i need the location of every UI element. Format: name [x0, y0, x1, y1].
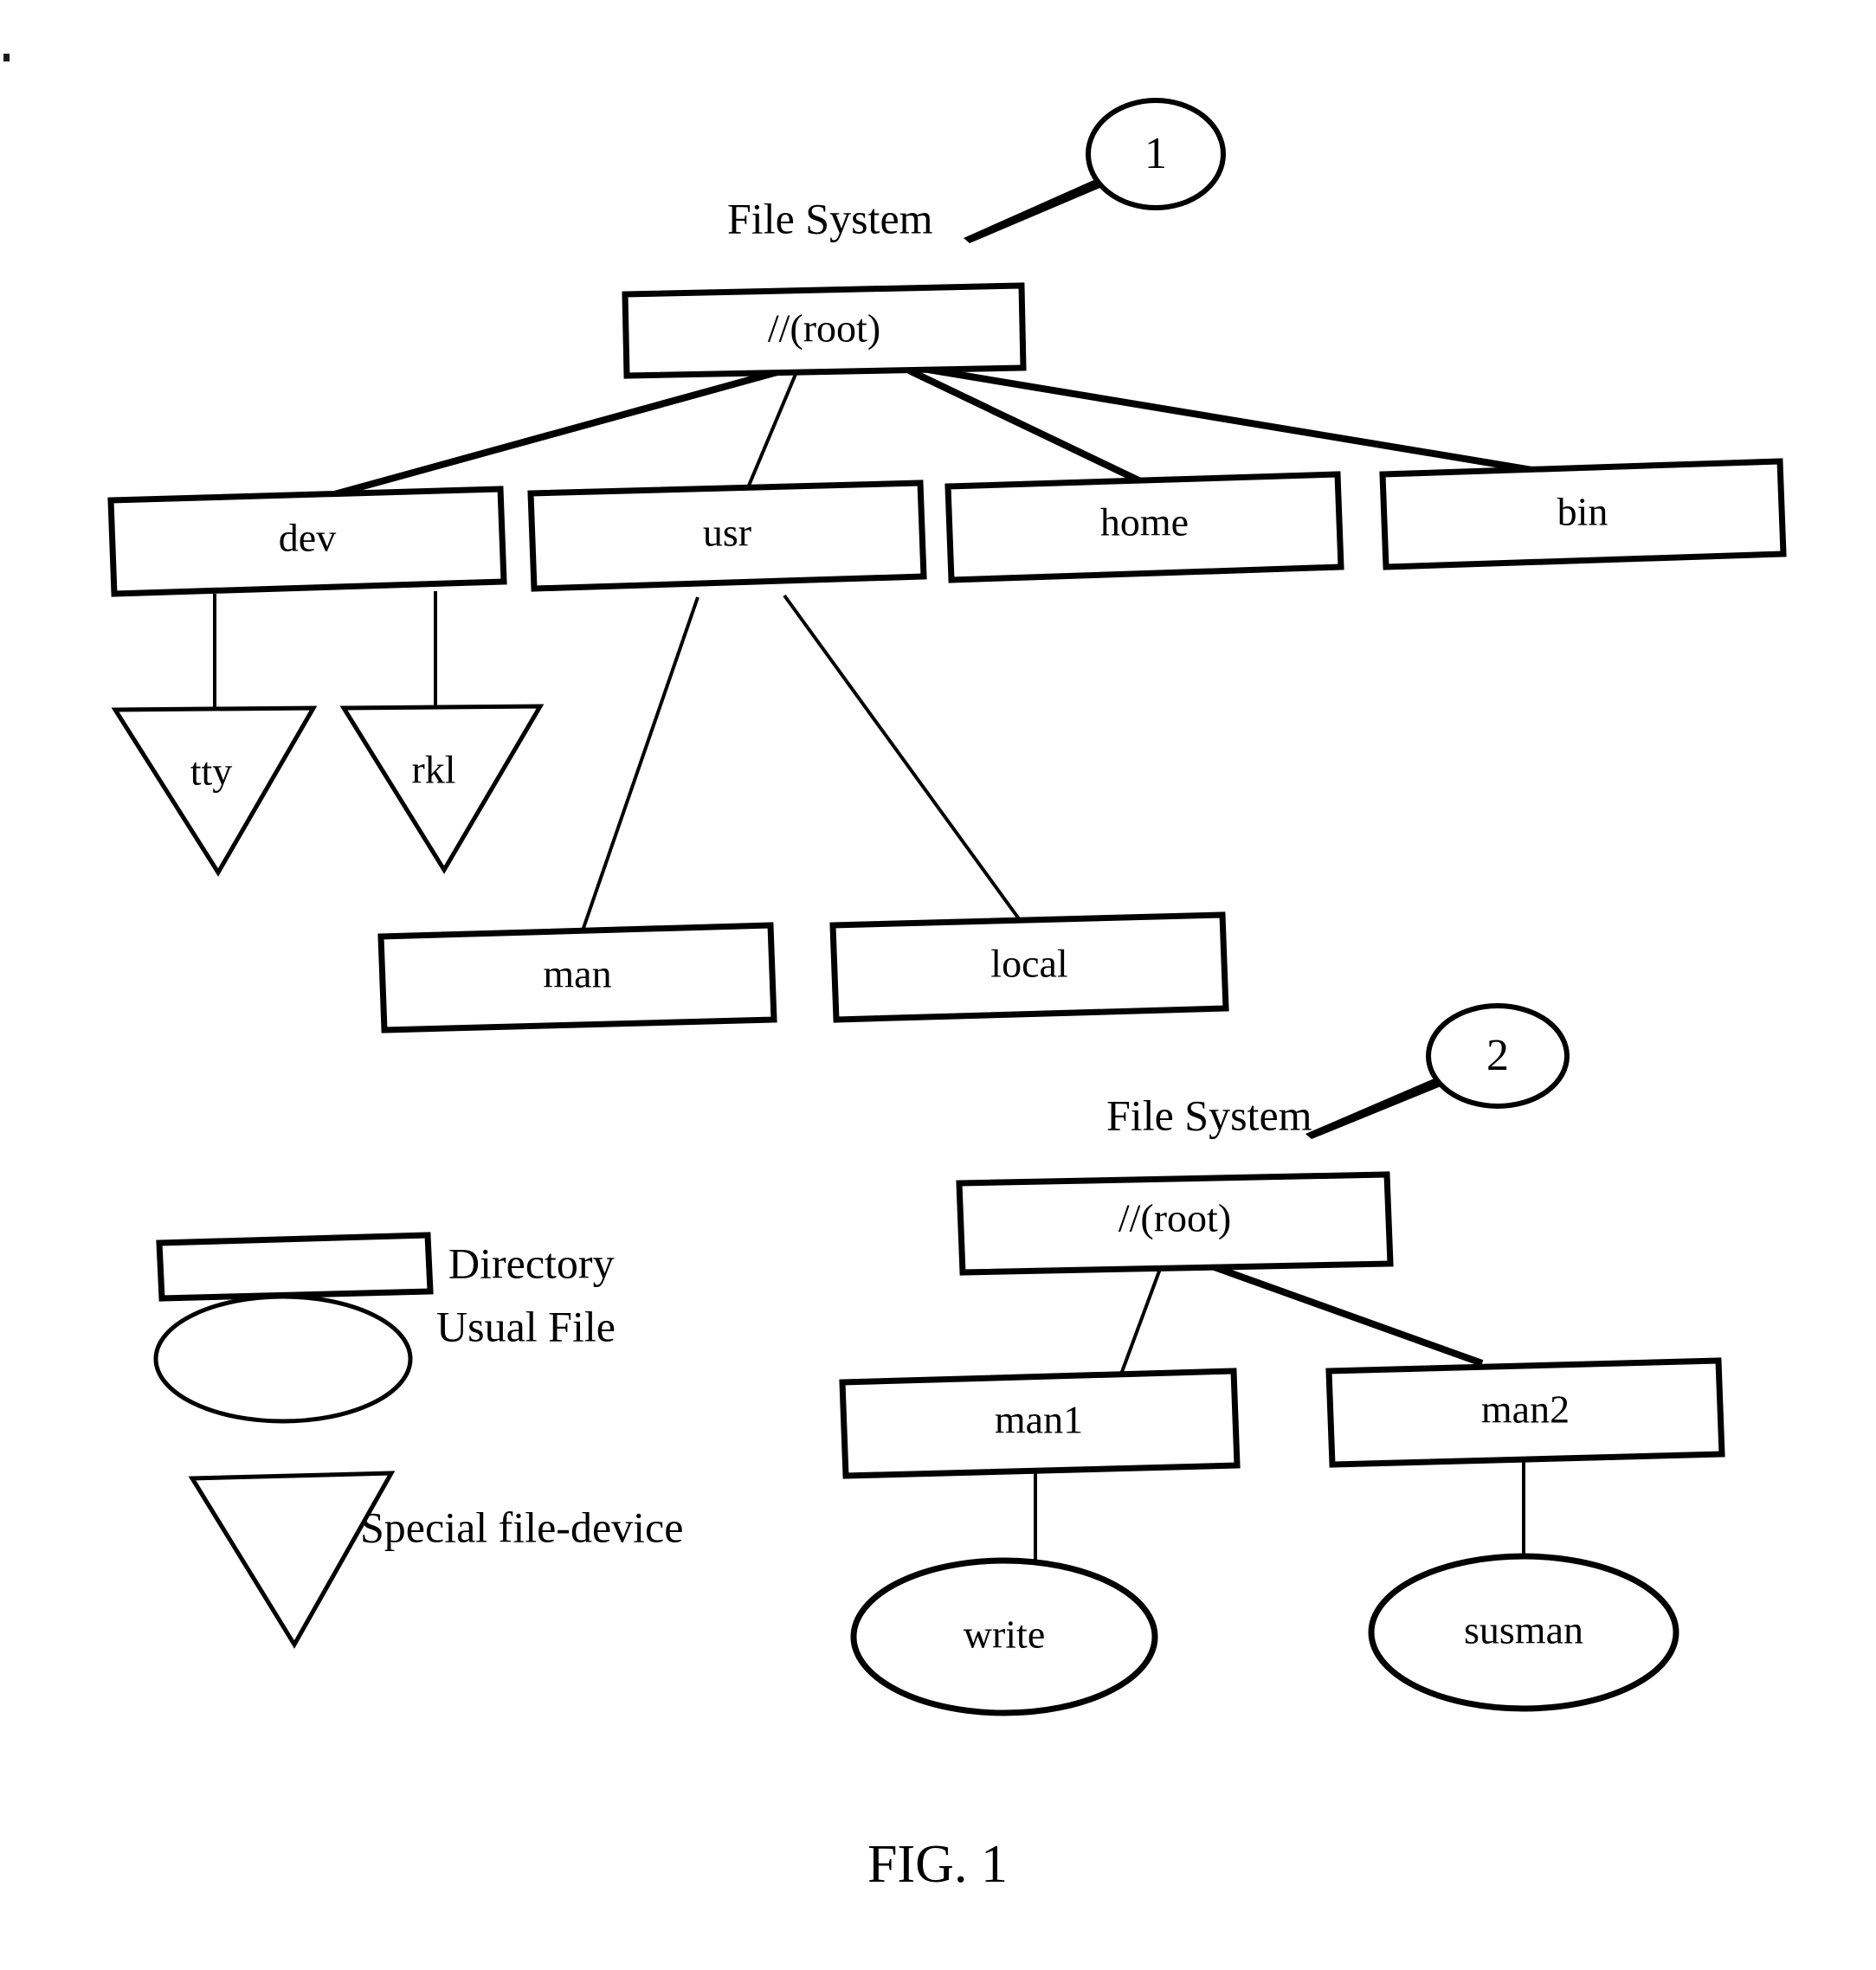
node-man1[interactable]: man1: [839, 1368, 1241, 1479]
callout-2: 2 File System: [1106, 1003, 1570, 1139]
legend: Directory Usual File Special file-device: [153, 1232, 683, 1649]
edge-usr-local: [783, 594, 1022, 922]
node-home[interactable]: home: [944, 471, 1344, 583]
node-susman-label: susman: [1464, 1608, 1583, 1652]
node-bin[interactable]: bin: [1379, 458, 1787, 570]
legend-item-special-file-device: Special file-device: [188, 1471, 683, 1649]
node-root-1[interactable]: //(root): [622, 282, 1027, 379]
edge-root2-man2: [1210, 1263, 1484, 1367]
callout-1-number: 1: [1144, 129, 1167, 178]
patent-figure: 1 File System //(root) dev usr home bin …: [0, 0, 1876, 1970]
callout-1: 1 File System: [727, 98, 1226, 243]
callout-1-label: File System: [727, 194, 933, 242]
legend-usual-file-swatch: [153, 1294, 413, 1424]
node-tty-label: tty: [190, 750, 233, 794]
node-dev-label: dev: [279, 516, 336, 560]
node-tty[interactable]: tty: [111, 705, 318, 877]
node-man[interactable]: man: [377, 922, 777, 1033]
node-man2-label: man2: [1481, 1387, 1570, 1432]
callout-2-label: File System: [1106, 1091, 1312, 1139]
node-root-2-label: //(root): [1119, 1196, 1231, 1240]
legend-usual-file-label: Usual File: [436, 1302, 616, 1350]
callout-2-leader: [1305, 1075, 1447, 1139]
file-system-diagram: 1 File System //(root) dev usr home bin …: [3, 54, 1787, 1894]
legend-special-file-label: Special file-device: [360, 1503, 683, 1551]
node-root-1-label: //(root): [768, 306, 880, 351]
legend-directory-label: Directory: [448, 1239, 615, 1287]
legend-item-usual-file: Usual File: [153, 1294, 616, 1424]
node-rkl[interactable]: rkl: [339, 704, 545, 874]
node-rkl-label: rkl: [411, 748, 455, 792]
legend-special-file-swatch: [188, 1471, 396, 1649]
node-home-label: home: [1100, 500, 1189, 544]
tree-one-edges: [213, 364, 1559, 931]
node-write[interactable]: write: [850, 1557, 1158, 1716]
node-man1-label: man1: [995, 1398, 1083, 1442]
node-dev[interactable]: dev: [107, 486, 507, 597]
node-write-label: write: [964, 1613, 1046, 1657]
node-man-label: man: [543, 952, 611, 996]
node-usr[interactable]: usr: [527, 480, 927, 592]
legend-directory-swatch: [156, 1232, 434, 1302]
edge-usr-man: [581, 596, 699, 931]
scan-artifact: [3, 54, 10, 61]
edge-root-usr: [745, 371, 798, 492]
tree-two-nodes: //(root) man1 man2 write susman: [839, 1171, 1725, 1716]
node-local[interactable]: local: [829, 911, 1229, 1023]
node-local-label: local: [990, 942, 1067, 986]
edge-root-dev: [320, 367, 785, 501]
edge-root2-man1: [1118, 1268, 1162, 1380]
legend-item-directory: Directory: [156, 1232, 615, 1302]
tree-one-nodes: //(root) dev usr home bin tty rkl man lo…: [107, 282, 1787, 1033]
callout-2-number: 2: [1486, 1031, 1509, 1080]
node-susman[interactable]: susman: [1368, 1553, 1679, 1712]
node-bin-label: bin: [1557, 490, 1608, 534]
figure-caption: FIG. 1: [867, 1835, 1008, 1894]
node-man2[interactable]: man2: [1325, 1357, 1725, 1468]
node-root-2[interactable]: //(root): [956, 1171, 1394, 1276]
node-usr-label: usr: [703, 511, 751, 555]
